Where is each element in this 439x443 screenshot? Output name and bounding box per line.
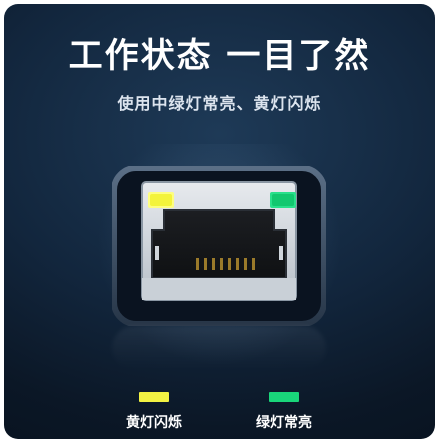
legend-green: 绿灯常亮 (224, 392, 344, 432)
ethernet-port-icon (111, 165, 327, 327)
legend-green-label: 绿灯常亮 (256, 415, 312, 431)
ethernet-port (111, 165, 327, 330)
screen-frame: 工作状态 一目了然 使用中绿灯常亮、黄灯闪烁 黄灯闪烁 绿灯常亮 (0, 0, 439, 443)
port-reflection (112, 326, 326, 370)
legend-yellow-label: 黄灯闪烁 (126, 415, 182, 431)
legend-yellow: 黄灯闪烁 (94, 392, 214, 432)
yellow-led-swatch (139, 392, 169, 402)
page-subtitle: 使用中绿灯常亮、黄灯闪烁 (117, 94, 322, 113)
led-legend: 黄灯闪烁 绿灯常亮 (4, 392, 435, 436)
status-panel: 工作状态 一目了然 使用中绿灯常亮、黄灯闪烁 黄灯闪烁 绿灯常亮 (4, 4, 435, 439)
green-led-swatch (269, 392, 299, 402)
page-title: 工作状态 一目了然 (68, 36, 371, 76)
